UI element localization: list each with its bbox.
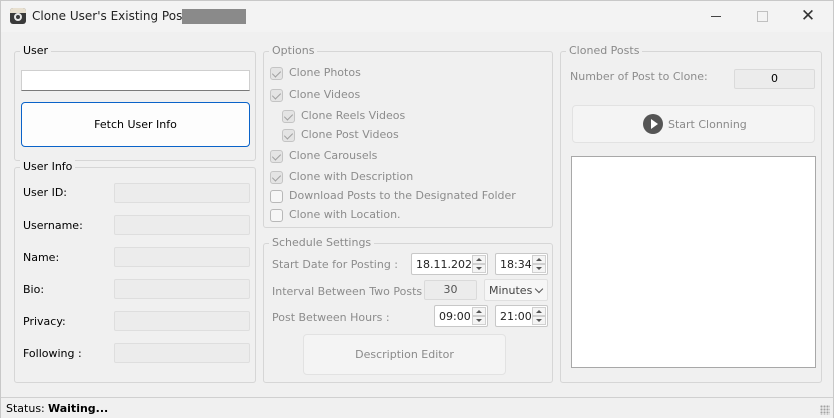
chevron-up-icon[interactable] [532, 255, 546, 264]
clone-with-location-label: Clone with Location. [289, 208, 401, 221]
user-id-label: User ID: [23, 186, 67, 199]
username-field [114, 215, 250, 235]
user-group-label: User [20, 44, 52, 57]
start-date-label: Start Date for Posting : [272, 258, 399, 271]
interval-unit-dropdown[interactable]: Minutes [484, 279, 548, 301]
chevron-down-icon[interactable] [472, 264, 486, 273]
chevron-up-icon[interactable] [532, 307, 546, 316]
play-icon [643, 114, 663, 134]
bio-label: Bio: [23, 283, 45, 296]
main-window: Clone User's Existing Posts - ✕ User Fet… [0, 0, 834, 418]
name-field [114, 247, 250, 267]
clone-with-location-checkbox[interactable] [270, 209, 283, 222]
user-id-field [114, 183, 250, 203]
clone-reels-videos-checkbox[interactable] [282, 110, 295, 123]
resize-grip-icon[interactable] [820, 405, 830, 415]
chevron-down-icon[interactable] [472, 316, 486, 325]
title-bar: Clone User's Existing Posts - ✕ [1, 1, 833, 32]
start-time-picker[interactable]: 18:34 [495, 253, 548, 275]
hour-to-value: 21:00 [500, 310, 532, 323]
interval-unit-value: Minutes [489, 284, 533, 297]
start-date-picker[interactable]: 18.11.2023 [411, 253, 488, 275]
cloned-posts-log[interactable] [571, 156, 816, 368]
hour-from-spinner[interactable] [472, 307, 486, 325]
chevron-up-icon[interactable] [472, 255, 486, 264]
clone-post-videos-checkbox[interactable] [282, 129, 295, 142]
chevron-down-icon[interactable] [532, 316, 546, 325]
post-between-hours-label: Post Between Hours : [272, 311, 390, 324]
start-cloning-label: Start Clonning [668, 118, 747, 131]
privacy-label: Privacy: [23, 315, 66, 328]
chevron-down-icon[interactable] [532, 264, 546, 273]
following-field [114, 343, 250, 363]
redacted-username [182, 9, 246, 24]
close-button[interactable]: ✕ [785, 1, 831, 32]
clone-carousels-checkbox[interactable] [270, 150, 283, 163]
clone-carousels-label: Clone Carousels [289, 149, 378, 162]
clone-post-videos-label: Clone Post Videos [301, 128, 399, 141]
name-label: Name: [23, 251, 60, 264]
options-group-label: Options [269, 44, 318, 57]
clone-with-description-checkbox[interactable] [270, 171, 283, 184]
clone-with-description-label: Clone with Description [289, 170, 414, 183]
maximize-button[interactable] [739, 1, 785, 32]
post-count-label: Number of Post to Clone: [570, 70, 708, 83]
privacy-field [114, 311, 250, 331]
hour-to-spinner[interactable] [532, 307, 546, 325]
start-cloning-button[interactable]: Start Clonning [572, 105, 815, 143]
start-time-spinner[interactable] [532, 255, 546, 273]
post-count-value: 0 [734, 69, 815, 89]
username-input[interactable] [21, 70, 250, 91]
description-editor-button[interactable]: Description Editor [303, 334, 506, 375]
start-time-value: 18:34 [500, 258, 532, 271]
clone-photos-label: Clone Photos [289, 66, 361, 79]
cloned-posts-label: Cloned Posts [566, 44, 643, 57]
status-label: Status: [6, 402, 45, 415]
interval-value-field[interactable]: 30 [424, 280, 477, 300]
download-posts-label: Download Posts to the Designated Folder [289, 189, 516, 202]
camera-app-icon [10, 8, 26, 24]
schedule-settings-label: Schedule Settings [269, 236, 375, 249]
hour-from-picker[interactable]: 09:00 [434, 305, 488, 327]
clone-photos-checkbox[interactable] [270, 67, 283, 80]
clone-reels-videos-label: Clone Reels Videos [301, 109, 406, 122]
status-bar: Status: Waiting... [1, 397, 833, 418]
download-posts-checkbox[interactable] [270, 190, 283, 203]
user-info-group-label: User Info [20, 160, 76, 173]
username-label: Username: [23, 219, 83, 232]
fetch-user-info-button[interactable]: Fetch User Info [21, 102, 250, 147]
minimize-button[interactable] [693, 1, 739, 32]
window-title: Clone User's Existing Posts - [32, 9, 202, 23]
hour-to-picker[interactable]: 21:00 [495, 305, 548, 327]
chevron-up-icon[interactable] [472, 307, 486, 316]
bio-field [114, 279, 250, 299]
start-date-value: 18.11.2023 [416, 258, 479, 271]
hour-from-value: 09:00 [439, 310, 471, 323]
clone-videos-checkbox[interactable] [270, 89, 283, 102]
chevron-down-icon [534, 284, 544, 294]
start-date-spinner[interactable] [472, 255, 486, 273]
following-label: Following : [23, 347, 82, 360]
clone-videos-label: Clone Videos [289, 88, 361, 101]
interval-label: Interval Between Two Posts : [272, 285, 430, 298]
status-value: Waiting... [48, 402, 109, 415]
